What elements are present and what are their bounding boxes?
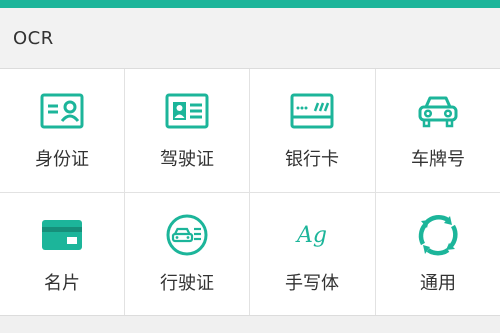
ocr-item-label: 手写体: [285, 273, 339, 294]
ocr-grid: 身份证 驾驶证 银行卡 车牌号 名片 行驶证 Ag 手写体 通用: [0, 68, 500, 316]
handwriting-icon: Ag: [288, 213, 336, 257]
ocr-item-vehicle-license[interactable]: 行驶证: [125, 193, 249, 316]
ocr-item-label: 车牌号: [411, 149, 465, 170]
general-refresh-icon: [414, 213, 462, 257]
handwriting-glyph: Ag: [297, 222, 327, 248]
ocr-item-label: 身份证: [35, 149, 89, 170]
ocr-item-label: 通用: [420, 273, 456, 294]
business-card-icon: [38, 213, 86, 257]
section-header: OCR: [0, 8, 500, 68]
ocr-item-label: 银行卡: [285, 149, 339, 170]
vehicle-license-icon: [163, 213, 211, 257]
bottom-area: [0, 316, 500, 333]
driver-license-icon: [163, 89, 211, 133]
ocr-item-general[interactable]: 通用: [376, 193, 500, 316]
ocr-item-driver-license[interactable]: 驾驶证: [125, 69, 249, 192]
ocr-item-business-card[interactable]: 名片: [0, 193, 124, 316]
car-plate-icon: [414, 89, 462, 133]
ocr-item-car-plate[interactable]: 车牌号: [376, 69, 500, 192]
ocr-item-handwriting[interactable]: Ag 手写体: [250, 193, 374, 316]
ocr-item-bank-card[interactable]: 银行卡: [250, 69, 374, 192]
section-title: OCR: [13, 27, 54, 49]
ocr-item-id-card[interactable]: 身份证: [0, 69, 124, 192]
bank-card-icon: [288, 89, 336, 133]
ocr-item-label: 驾驶证: [160, 149, 214, 170]
id-card-icon: [38, 89, 86, 133]
ocr-item-label: 行驶证: [160, 273, 214, 294]
ocr-item-label: 名片: [44, 273, 80, 294]
top-accent-bar: [0, 0, 500, 8]
grid-divider-horizontal: [0, 192, 500, 193]
